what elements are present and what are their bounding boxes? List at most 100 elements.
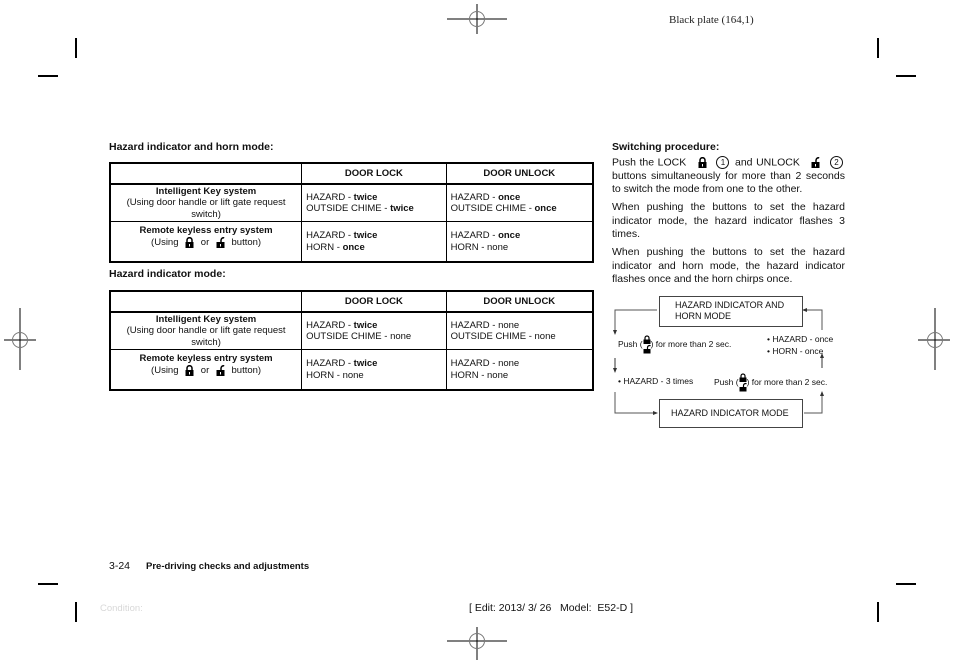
system-cell: Remote keyless entry system (Using or bu…: [109, 221, 303, 263]
arrow-right-top: [805, 309, 823, 330]
arrow-left-bottom: [614, 392, 655, 414]
value-label: HORN -: [450, 241, 487, 253]
value-label: OUTSIDE CHIME -: [450, 331, 535, 342]
switching-procedure-heading: Switching procedure:: [612, 141, 720, 153]
switching-paragraph-2: When pushing the buttons to set the haza…: [612, 201, 845, 240]
lock-icon: [185, 236, 194, 248]
registration-mark-top: [447, 4, 507, 34]
switching-paragraph-3: When pushing the buttons to set the haza…: [612, 246, 845, 285]
value-label: HAZARD -: [450, 319, 499, 331]
value: twice: [353, 230, 378, 241]
value-label: HORN -: [450, 369, 487, 381]
door-unlock-cell: HAZARD - once OUTSIDE CHIME - once: [445, 183, 594, 222]
system-cell: Intelligent Key system (Using door handl…: [109, 311, 303, 350]
push-text: ) for more than 2 sec.: [650, 338, 732, 349]
door-unlock-cell: HAZARD - none HORN - none: [445, 349, 594, 391]
push-text: ) for more than 2 sec.: [746, 376, 828, 387]
value-label: HORN -: [306, 241, 343, 253]
section-heading-hazard-indicator: Hazard indicator mode:: [109, 268, 226, 280]
system-note: (Using door handle or lift gate request …: [126, 325, 286, 348]
mode-box-hazard-indicator: HAZARD INDICATOR MODE: [659, 399, 803, 428]
para-text: buttons simultaneously for more than 2 s…: [612, 169, 845, 196]
value: none: [498, 319, 520, 331]
table-header-row: DOOR LOCK DOOR UNLOCK: [109, 162, 594, 185]
value: once: [342, 241, 365, 253]
value-label: OUTSIDE CHIME -: [450, 203, 535, 214]
value: once: [498, 230, 521, 241]
para-text: and UNLOCK: [735, 156, 800, 169]
lock-unlock-stacked-icon: [739, 373, 747, 392]
table-row: Remote keyless entry system (Using or bu…: [109, 221, 594, 263]
crop-mark: [877, 38, 879, 58]
result-line: • HAZARD - once: [767, 334, 834, 344]
arrow-left-down: [614, 309, 657, 332]
value-label: HAZARD -: [306, 230, 354, 241]
unlock-icon: [216, 364, 225, 376]
chapter-title: Pre-driving checks and adjustments: [146, 561, 310, 572]
note-text: button): [231, 236, 262, 248]
value: twice: [353, 358, 378, 369]
lock-unlock-stacked-icon: [643, 335, 651, 354]
door-lock-cell: HAZARD - twice HORN - none: [301, 349, 447, 391]
value: twice: [390, 203, 414, 214]
system-note: (Using or button): [115, 236, 297, 249]
column-header-door-lock: DOOR LOCK: [301, 162, 447, 185]
value: once: [534, 203, 557, 214]
value-label: HAZARD -: [450, 191, 499, 203]
value-label: HAZARD -: [450, 230, 499, 241]
push-instruction-right: Push () for more than 2 sec.: [714, 373, 827, 392]
page-number: 3-24: [109, 560, 131, 572]
system-cell: Remote keyless entry system (Using or bu…: [109, 349, 303, 391]
door-lock-cell: HAZARD - twice HORN - once: [301, 221, 447, 263]
system-note: (Using or button): [115, 364, 297, 377]
system-title: Intelligent Key system: [155, 185, 257, 197]
condition-label: Condition:: [100, 603, 143, 614]
door-lock-cell: HAZARD - twice OUTSIDE CHIME - none: [301, 311, 447, 350]
door-unlock-cell: HAZARD - once HORN - none: [445, 221, 594, 263]
switching-paragraph-1: Push the LOCK 1 and UNLOCK 2 buttons sim…: [612, 156, 845, 197]
edit-info: [ Edit: 2013/ 3/ 26 Model: E52-D ]: [469, 602, 634, 614]
crop-mark: [896, 75, 916, 77]
door-lock-cell: HAZARD - twice OUTSIDE CHIME - twice: [301, 183, 447, 222]
column-header: [109, 162, 303, 185]
note-text: or: [200, 364, 210, 376]
registration-mark-bottom: [447, 627, 507, 660]
result-hazard-3-times: • HAZARD - 3 times: [618, 376, 694, 386]
note-text: or: [200, 236, 210, 248]
result-line: • HORN - once: [767, 345, 824, 356]
value: none: [487, 241, 509, 253]
box-text: HORN MODE: [675, 311, 731, 321]
value-label: HAZARD -: [306, 319, 354, 331]
system-title: Remote keyless entry system: [139, 225, 273, 236]
push-text: Push (: [618, 338, 643, 349]
crop-mark: [877, 602, 879, 622]
value: twice: [353, 319, 378, 331]
value-label: HAZARD -: [306, 358, 354, 369]
value: twice: [353, 191, 378, 203]
crop-mark: [38, 583, 58, 585]
para-text: Push the LOCK: [612, 156, 687, 169]
hazard-indicator-mode-table: DOOR LOCK DOOR UNLOCK Intelligent Key sy…: [109, 290, 594, 391]
unlock-icon: [811, 157, 820, 168]
value-label: OUTSIDE CHIME -: [306, 203, 391, 214]
unlock-icon: [216, 236, 225, 248]
value: none: [498, 358, 520, 369]
lock-icon: [698, 157, 707, 168]
door-unlock-cell: HAZARD - none OUTSIDE CHIME - none: [445, 311, 594, 350]
lock-icon: [185, 364, 194, 376]
system-title: Intelligent Key system: [155, 313, 257, 325]
table-row: Intelligent Key system (Using door handl…: [109, 183, 594, 222]
crop-mark: [75, 38, 77, 58]
box-text: HAZARD INDICATOR AND: [675, 300, 785, 310]
plate-label: Black plate (164,1): [669, 14, 754, 26]
crop-mark: [75, 602, 77, 622]
mode-box-hazard-and-horn: HAZARD INDICATOR AND HORN MODE: [659, 296, 803, 327]
result-hazard-horn: • HAZARD - once • HORN - once: [767, 334, 833, 357]
value: once: [498, 191, 521, 203]
value: none: [487, 369, 509, 381]
push-instruction-left: Push ( ) for more than 2 sec.: [618, 335, 731, 354]
system-note: (Using door handle or lift gate request …: [126, 197, 286, 220]
table-row: Intelligent Key system (Using door handl…: [109, 311, 594, 350]
column-header-door-unlock: DOOR UNLOCK: [445, 162, 594, 185]
section-heading-hazard-horn: Hazard indicator and horn mode:: [109, 141, 274, 153]
